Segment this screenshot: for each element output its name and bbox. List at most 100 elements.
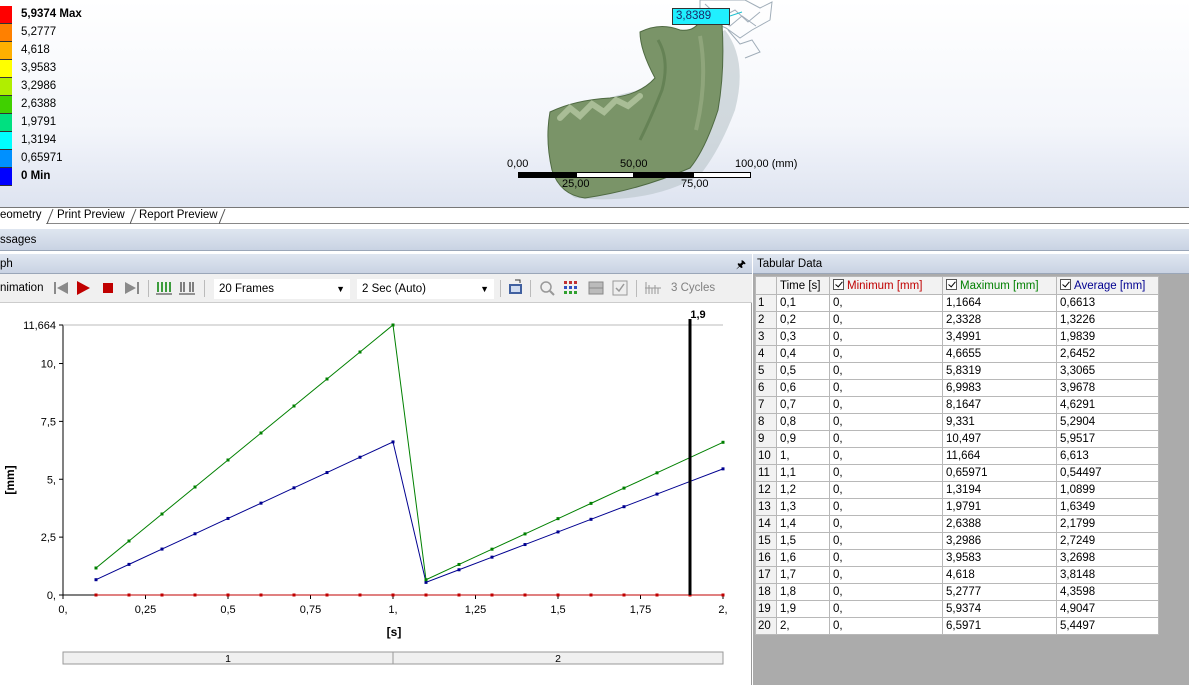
row-number-cell[interactable]: 12 [755,481,777,499]
table-row[interactable]: 12 1,2 0, 1,3194 1,0899 [755,481,1159,499]
maximum-cell[interactable]: 0,65971 [942,464,1057,482]
table-row[interactable]: 10 1, 0, 11,664 6,613 [755,447,1159,465]
row-number-cell[interactable]: 14 [755,515,777,533]
row-number-cell[interactable]: 19 [755,600,777,618]
table-row[interactable]: 13 1,3 0, 1,9791 1,6349 [755,498,1159,516]
table-row[interactable]: 8 0,8 0, 9,331 5,2904 [755,413,1159,431]
cycles-icon[interactable] [644,279,662,297]
messages-panel-header[interactable]: ssages [0,229,1189,251]
maximum-cell[interactable]: 1,3194 [942,481,1057,499]
minimum-cell[interactable]: 0, [829,294,943,312]
time-cell[interactable]: 0,3 [776,328,830,346]
frames-dropdown[interactable]: 20 Frames ▼ [214,279,350,299]
table-row[interactable]: 7 0,7 0, 8,1647 4,6291 [755,396,1159,414]
row-number-cell[interactable]: 9 [755,430,777,448]
row-number-cell[interactable]: 1 [755,294,777,312]
table-row[interactable]: 4 0,4 0, 4,6655 2,6452 [755,345,1159,363]
maximum-cell[interactable]: 6,5971 [942,617,1057,635]
table-row[interactable]: 5 0,5 0, 5,8319 3,3065 [755,362,1159,380]
average-cell[interactable]: 5,9517 [1056,430,1159,448]
average-cell[interactable]: 3,8148 [1056,566,1159,584]
minimum-cell[interactable]: 0, [829,583,943,601]
time-cell[interactable]: 1,7 [776,566,830,584]
average-cell[interactable]: 5,2904 [1056,413,1159,431]
maximum-cell[interactable]: 4,618 [942,566,1057,584]
play-icon[interactable] [74,279,92,297]
table-row[interactable]: 3 0,3 0, 3,4991 1,9839 [755,328,1159,346]
table-row[interactable]: 9 0,9 0, 10,497 5,9517 [755,430,1159,448]
row-number-cell[interactable]: 7 [755,396,777,414]
table-row[interactable]: 6 0,6 0, 6,9983 3,9678 [755,379,1159,397]
minimum-cell[interactable]: 0, [829,464,943,482]
next-frame-icon[interactable] [123,279,141,297]
row-number-cell[interactable]: 18 [755,583,777,601]
3d-viewport[interactable]: 5,9374 Max 5,2777 4,618 3,9583 3,2986 2,6388 1… [0,0,1189,208]
average-cell[interactable]: 1,3226 [1056,311,1159,329]
table-row[interactable]: 19 1,9 0, 5,9374 4,9047 [755,600,1159,618]
duration-dropdown[interactable]: 2 Sec (Auto) ▼ [357,279,494,299]
time-cell[interactable]: 1,9 [776,600,830,618]
time-cell[interactable]: 1,1 [776,464,830,482]
row-number-cell[interactable]: 6 [755,379,777,397]
maximum-cell[interactable]: 10,497 [942,430,1057,448]
maximum-column-header[interactable]: Maximum [mm] [942,276,1057,295]
time-cell[interactable]: 0,2 [776,311,830,329]
minimum-cell[interactable]: 0, [829,311,943,329]
table-icon[interactable] [587,279,605,297]
time-cell[interactable]: 0,1 [776,294,830,312]
row-number-cell[interactable]: 13 [755,498,777,516]
average-cell[interactable]: 2,7249 [1056,532,1159,550]
minimum-cell[interactable]: 0, [829,396,943,414]
row-number-cell[interactable]: 20 [755,617,777,635]
table-row[interactable]: 16 1,6 0, 3,9583 3,2698 [755,549,1159,567]
minimum-cell[interactable]: 0, [829,345,943,363]
stop-icon[interactable] [99,279,117,297]
checkbox-icon[interactable] [611,279,629,297]
minimum-cell[interactable]: 0, [829,566,943,584]
time-cell[interactable]: 0,5 [776,362,830,380]
zoom-icon[interactable] [538,279,556,297]
average-cell[interactable]: 1,6349 [1056,498,1159,516]
maximum-cell[interactable]: 5,2777 [942,583,1057,601]
minimum-cell[interactable]: 0, [829,413,943,431]
table-row[interactable]: 15 1,5 0, 3,2986 2,7249 [755,532,1159,550]
distributed-frames-icon[interactable] [155,279,173,297]
maximum-checkbox[interactable] [946,279,957,290]
average-cell[interactable]: 4,6291 [1056,396,1159,414]
table-row[interactable]: 17 1,7 0, 4,618 3,8148 [755,566,1159,584]
maximum-cell[interactable]: 4,6655 [942,345,1057,363]
minimum-cell[interactable]: 0, [829,430,943,448]
chart-area[interactable]: 0, 2,5 5, 7,5 10, 11,664 0, 0,25 0,5 0,75 1, 1,25 1,… [0,303,752,685]
average-cell[interactable]: 5,4497 [1056,617,1159,635]
average-cell[interactable]: 1,0899 [1056,481,1159,499]
minimum-cell[interactable]: 0, [829,515,943,533]
average-column-header[interactable]: Average [mm] [1056,276,1159,295]
probe-value-label[interactable]: 3,8389 [672,8,730,25]
result-sets-icon[interactable] [178,279,196,297]
pin-icon[interactable]: 🖈 [736,256,746,275]
maximum-cell[interactable]: 2,3328 [942,311,1057,329]
time-cell[interactable]: 1,8 [776,583,830,601]
minimum-column-header[interactable]: Minimum [mm] [829,276,943,295]
time-cell[interactable]: 0,7 [776,396,830,414]
maximum-cell[interactable]: 3,4991 [942,328,1057,346]
time-cell[interactable]: 1,2 [776,481,830,499]
maximum-cell[interactable]: 11,664 [942,447,1057,465]
table-row[interactable]: 20 2, 0, 6,5971 5,4497 [755,617,1159,635]
time-cell[interactable]: 1,4 [776,515,830,533]
average-cell[interactable]: 0,54497 [1056,464,1159,482]
row-number-cell[interactable]: 5 [755,362,777,380]
minimum-cell[interactable]: 0, [829,328,943,346]
minimum-cell[interactable]: 0, [829,549,943,567]
average-cell[interactable]: 3,3065 [1056,362,1159,380]
maximum-cell[interactable]: 1,9791 [942,498,1057,516]
grid-icon[interactable] [562,279,580,297]
row-number-cell[interactable]: 10 [755,447,777,465]
time-cell[interactable]: 1,6 [776,549,830,567]
maximum-cell[interactable]: 9,331 [942,413,1057,431]
average-cell[interactable]: 1,9839 [1056,328,1159,346]
minimum-cell[interactable]: 0, [829,481,943,499]
minimum-checkbox[interactable] [833,279,844,290]
time-cell[interactable]: 2, [776,617,830,635]
time-cell[interactable]: 1,5 [776,532,830,550]
